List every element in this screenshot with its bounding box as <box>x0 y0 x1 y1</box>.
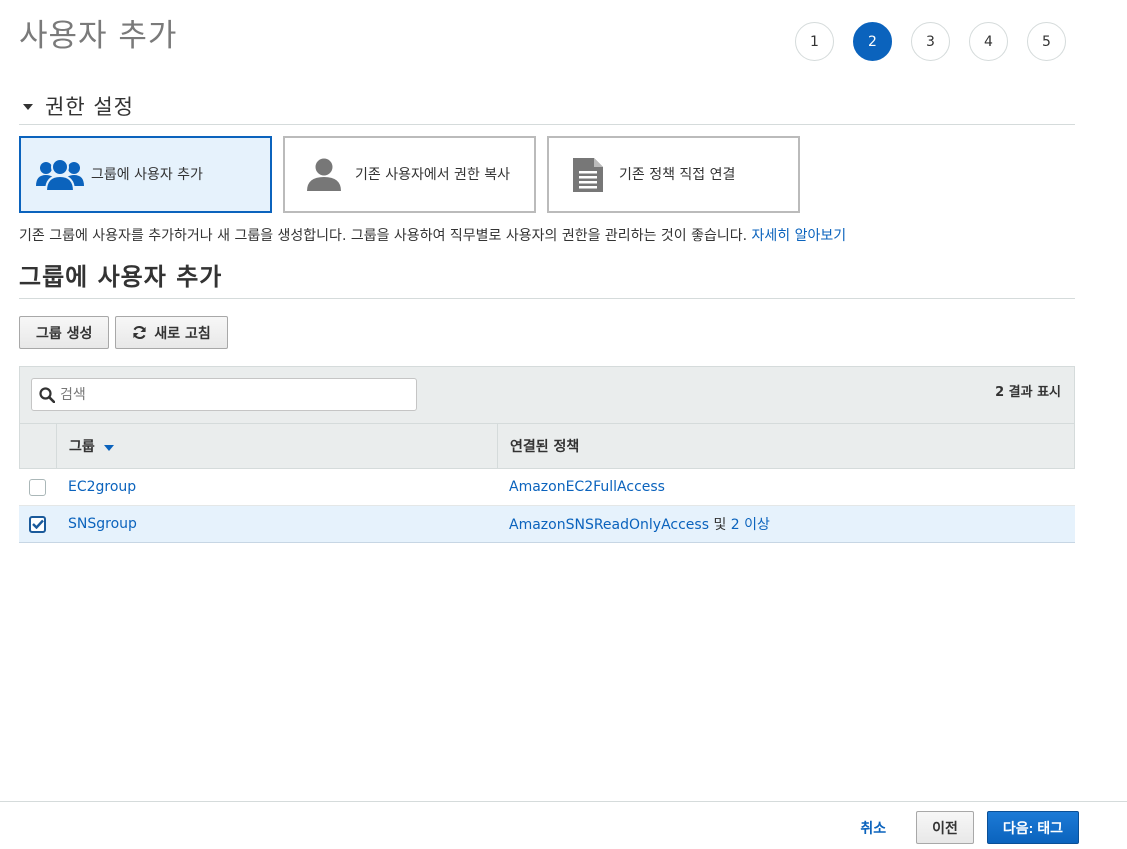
permissions-description: 기존 그룹에 사용자를 추가하거나 새 그룹을 생성합니다. 그룹을 사용하여 … <box>19 225 846 245</box>
result-count: 2 결과 표시 <box>995 385 1061 400</box>
create-group-label: 그룹 생성 <box>36 325 93 342</box>
wizard-footer: 취소 이전 다음: 태그 <box>0 801 1127 849</box>
create-group-button[interactable]: 그룹 생성 <box>19 316 110 349</box>
search-icon <box>39 386 55 403</box>
row-checkbox[interactable] <box>29 478 46 496</box>
groups-table: 2 결과 표시 그룹 연결된 정책 EC2group AmazonEC2Full… <box>19 366 1075 543</box>
permissions-section-label: 권한 설정 <box>45 95 134 119</box>
permission-options: 그룹에 사용자 추가 기존 사용자에서 권한 복사 기존 정책 직접 연결 <box>19 136 811 213</box>
refresh-label: 새로 고침 <box>154 325 211 342</box>
refresh-icon <box>133 325 147 340</box>
option-add-to-group-label: 그룹에 사용자 추가 <box>91 166 203 183</box>
table-filter-bar: 2 결과 표시 <box>19 366 1075 423</box>
group-link[interactable]: SNSgroup <box>68 516 137 532</box>
add-to-group-header: 그룹에 사용자 추가 <box>19 257 1075 299</box>
table-header: 그룹 연결된 정책 <box>19 423 1075 469</box>
caret-down-icon <box>23 104 33 110</box>
step-3[interactable]: 3 <box>911 22 950 61</box>
document-icon <box>563 156 613 194</box>
step-4[interactable]: 4 <box>969 22 1008 61</box>
footer-actions: 취소 이전 다음: 태그 <box>860 811 1079 844</box>
description-text: 기존 그룹에 사용자를 추가하거나 새 그룹을 생성합니다. 그룹을 사용하여 … <box>19 228 748 244</box>
option-add-to-group[interactable]: 그룹에 사용자 추가 <box>19 136 272 213</box>
add-user-page: 사용자 추가 1 2 3 4 5 권한 설정 그룹에 사용자 추가 기존 사용자… <box>0 0 1127 849</box>
group-link[interactable]: EC2group <box>68 479 136 495</box>
table-row[interactable]: SNSgroup AmazonSNSReadOnlyAccess 및 2 이상 <box>19 506 1075 543</box>
learn-more-link[interactable]: 자세히 알아보기 <box>752 228 847 244</box>
option-copy-permissions[interactable]: 기존 사용자에서 권한 복사 <box>283 136 536 213</box>
more-policies-link[interactable]: 2 이상 <box>731 517 770 533</box>
user-icon <box>299 158 349 192</box>
wizard-stepper: 1 2 3 4 5 <box>795 22 1085 61</box>
search-input[interactable] <box>60 386 390 403</box>
page-title: 사용자 추가 <box>19 18 178 54</box>
column-header-group-label: 그룹 <box>69 439 95 455</box>
refresh-button[interactable]: 새로 고침 <box>115 316 228 349</box>
option-attach-policies-label: 기존 정책 직접 연결 <box>619 166 736 183</box>
column-header-policy: 연결된 정책 <box>510 439 580 455</box>
policy-link[interactable]: AmazonSNSReadOnlyAccess <box>509 517 709 533</box>
group-toolbar: 그룹 생성 새로 고침 <box>19 316 234 349</box>
step-1[interactable]: 1 <box>795 22 834 61</box>
more-policies-prefix: 및 <box>709 517 731 533</box>
checkmark-icon <box>31 519 44 529</box>
header-checkbox-column <box>20 424 57 468</box>
permissions-section-toggle[interactable]: 권한 설정 <box>19 88 1075 125</box>
users-group-icon <box>35 157 85 192</box>
option-copy-permissions-label: 기존 사용자에서 권한 복사 <box>355 166 511 183</box>
step-5[interactable]: 5 <box>1027 22 1066 61</box>
policy-link[interactable]: AmazonEC2FullAccess <box>509 479 665 495</box>
table-row[interactable]: EC2group AmazonEC2FullAccess <box>19 469 1075 506</box>
next-tags-button[interactable]: 다음: 태그 <box>986 811 1079 844</box>
option-attach-policies[interactable]: 기존 정책 직접 연결 <box>547 136 800 213</box>
previous-button[interactable]: 이전 <box>916 811 974 844</box>
row-checkbox[interactable] <box>29 515 46 533</box>
step-2[interactable]: 2 <box>853 22 892 61</box>
cancel-link[interactable]: 취소 <box>860 818 886 838</box>
search-box <box>31 378 417 411</box>
sort-desc-icon <box>103 444 114 451</box>
add-to-group-title: 그룹에 사용자 추가 <box>19 263 223 291</box>
column-header-group[interactable]: 그룹 <box>57 424 498 468</box>
